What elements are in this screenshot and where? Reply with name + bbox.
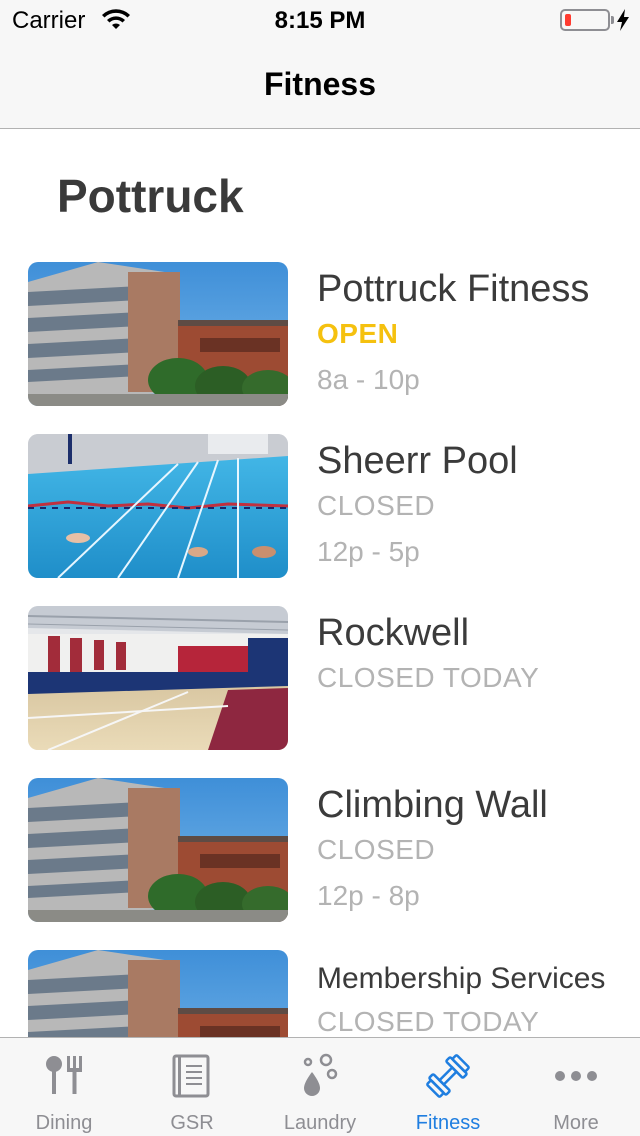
tab-dining[interactable]: Dining — [0, 1038, 128, 1136]
facility-status: CLOSED TODAY — [317, 662, 540, 693]
section-header: Pottruck — [57, 170, 244, 222]
battery-level — [565, 14, 571, 26]
bubbles-icon — [303, 1053, 338, 1096]
facility-row-sheerr-pool[interactable]: Sheerr Pool CLOSED 12p - 5p — [0, 434, 640, 578]
facility-name: Climbing Wall — [317, 784, 548, 826]
facility-hours: 8a - 10p — [317, 364, 420, 395]
fork-knife-icon — [46, 1056, 82, 1094]
facility-status: CLOSED — [317, 834, 436, 865]
charging-bolt-icon — [617, 9, 629, 31]
tab-label: More — [553, 1112, 599, 1134]
status-bar: Carrier 8:15 PM — [0, 0, 640, 40]
tab-more[interactable]: More — [512, 1038, 640, 1136]
facility-photo — [28, 434, 288, 578]
ellipsis-icon — [555, 1071, 597, 1081]
battery-icon — [560, 9, 614, 31]
facility-hours: 12p - 8p — [317, 880, 420, 911]
facility-status: OPEN — [317, 318, 399, 349]
facility-row-rockwell[interactable]: Rockwell CLOSED TODAY — [0, 606, 640, 750]
tab-gsr[interactable]: GSR — [128, 1038, 256, 1136]
facility-hours: 12p - 5p — [317, 536, 420, 567]
facility-photo — [28, 262, 288, 406]
facility-name: Rockwell — [317, 612, 470, 654]
facility-name: Sheerr Pool — [317, 440, 518, 482]
facility-name: Pottruck Fitness — [317, 268, 590, 310]
tab-laundry[interactable]: Laundry — [256, 1038, 384, 1136]
tab-fitness[interactable]: Fitness — [384, 1038, 512, 1136]
tab-label: Dining — [35, 1112, 93, 1134]
facility-photo — [28, 950, 288, 1037]
navigation-bar: Fitness — [0, 40, 640, 129]
facility-row-climbing-wall[interactable]: Climbing Wall CLOSED 12p - 8p — [0, 778, 640, 922]
tab-label: GSR — [170, 1112, 214, 1134]
book-icon — [172, 1054, 210, 1098]
facility-list[interactable]: Pottruck Pottruck Fitness OPEN 8a - 10p … — [0, 129, 640, 1037]
facility-row-membership-services[interactable]: Membership Services CLOSED TODAY — [0, 950, 640, 1037]
facility-status: CLOSED TODAY — [317, 1006, 540, 1037]
status-time: 8:15 PM — [274, 7, 366, 34]
facility-photo — [28, 606, 288, 750]
facility-status: CLOSED — [317, 490, 436, 521]
tab-bar: Dining GSR Laundry Fitness More — [0, 1037, 640, 1136]
dumbbell-icon — [426, 1054, 470, 1098]
tab-label: Fitness — [415, 1112, 481, 1134]
facility-photo — [28, 778, 288, 922]
page-title: Fitness — [263, 66, 377, 102]
facility-name: Membership Services — [317, 962, 606, 995]
tab-label: Laundry — [283, 1112, 357, 1134]
facility-row-pottruck-fitness[interactable]: Pottruck Fitness OPEN 8a - 10p — [0, 262, 640, 406]
